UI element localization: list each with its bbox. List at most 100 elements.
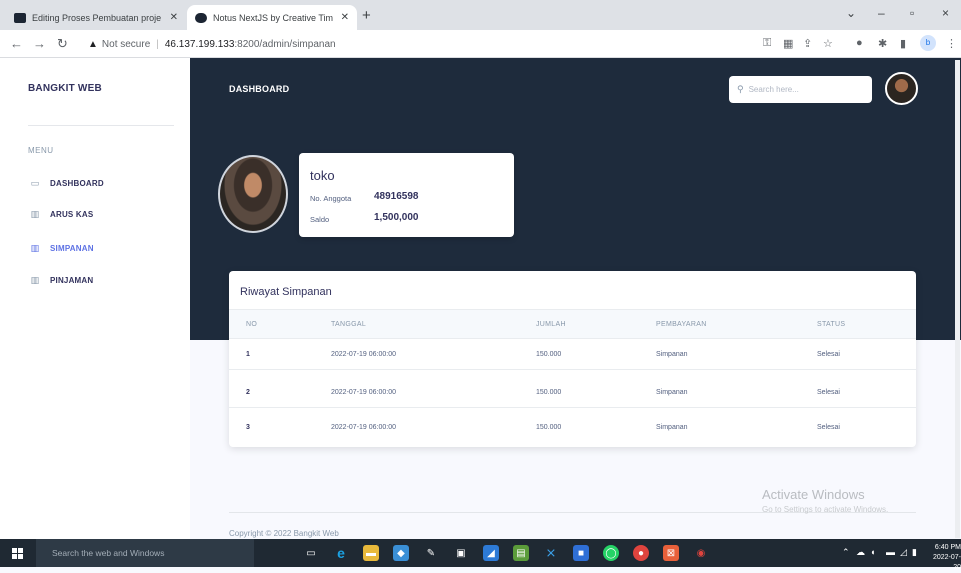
profile-avatar	[218, 155, 288, 233]
windows-start-icon[interactable]	[12, 548, 23, 559]
extension-icon[interactable]: ●	[856, 37, 863, 49]
menu-heading: MENU	[28, 146, 54, 155]
new-tab-button[interactable]: +	[362, 7, 371, 24]
close-tab-icon[interactable]: ✕	[341, 12, 349, 23]
member-number-value: 48916598	[374, 191, 419, 202]
sidebar-divider	[28, 125, 174, 126]
cell-pembayaran: Simpanan	[656, 424, 688, 431]
brand-title[interactable]: BANGKIT WEB	[28, 83, 102, 94]
translate-icon[interactable]: ▦	[783, 37, 793, 50]
url-host: 46.137.199.133	[164, 38, 235, 50]
tray-chevron-icon[interactable]: ⌃	[842, 547, 850, 558]
chrome-icon[interactable]: ●	[633, 545, 649, 561]
browser-tab-bar: Editing Proses Pembuatan proje ✕ Notus N…	[0, 0, 961, 30]
sidebar-item-pinjaman[interactable]: ▥ PINJAMAN	[28, 274, 94, 285]
url-field[interactable]: ▲ Not secure | 46.137.199.133 :8200/admi…	[88, 35, 336, 53]
cell-pembayaran: Simpanan	[656, 389, 688, 396]
whatsapp-icon[interactable]: ◯	[603, 545, 619, 561]
search-placeholder: Search here...	[748, 85, 799, 94]
url-separator: |	[156, 38, 159, 50]
key-icon[interactable]: ⚿	[763, 37, 771, 50]
cloud-icon[interactable]: ☁	[856, 547, 865, 558]
profile-icon[interactable]: b	[920, 35, 936, 51]
slides-favicon-icon	[14, 12, 26, 23]
zoom-icon[interactable]: ■	[573, 545, 589, 561]
battery-icon[interactable]: ▬	[886, 547, 895, 557]
cell-tanggal: 2022-07-19 06:00:00	[331, 424, 396, 431]
cell-status: Selesai	[817, 351, 840, 358]
balance-label: Saldo	[310, 215, 330, 224]
monitor-icon: ▭	[30, 177, 40, 188]
bar-chart-icon: ▥	[30, 208, 40, 219]
file-explorer-icon[interactable]: ▬	[363, 545, 379, 561]
table-header: NO TANGGAL JUMLAH PEMBAYARAN STATUS	[229, 309, 916, 339]
activate-windows-title: Activate Windows	[762, 487, 865, 502]
balance-value: 1,500,000	[374, 212, 419, 223]
profile-name: toko	[310, 168, 335, 183]
notepad-icon[interactable]: ▤	[513, 545, 529, 561]
close-tab-icon[interactable]: ✕	[170, 12, 178, 23]
not-secure-label: Not secure	[101, 38, 151, 50]
taskbar-clock[interactable]: 6:40 PM 2022-07-20	[926, 543, 961, 573]
column-header-tanggal: TANGGAL	[331, 321, 367, 328]
paint-icon[interactable]: ✎	[423, 545, 439, 561]
vscode-icon[interactable]: ⨯	[543, 545, 559, 561]
member-number-label: No. Anggota	[310, 194, 352, 203]
app-icon[interactable]: ◆	[393, 545, 409, 561]
sidebar-item-dashboard[interactable]: ▭ DASHBOARD	[28, 178, 104, 188]
sidebar-item-label: DASHBOARD	[50, 178, 104, 188]
cell-status: Selesai	[817, 389, 840, 396]
page-title: DASHBOARD	[229, 84, 290, 94]
edge-browser-icon[interactable]: e	[333, 545, 349, 561]
task-view-icon[interactable]: ▭	[303, 545, 319, 561]
app-icon[interactable]: ◢	[483, 545, 499, 561]
volume-icon[interactable]: ◖	[870, 547, 875, 557]
tab-search-chevron-icon[interactable]: ⌄	[846, 6, 856, 20]
tab-title: Notus NextJS by Creative Tim	[213, 12, 334, 23]
forward-arrow-icon[interactable]: →	[33, 36, 46, 51]
menu-dots-icon[interactable]: ⋮	[946, 37, 957, 50]
bookmark-star-icon[interactable]: ☆	[823, 37, 833, 50]
close-window-button[interactable]: ×	[942, 6, 949, 20]
reload-icon[interactable]: ↻	[57, 36, 68, 52]
back-arrow-icon[interactable]: ←	[10, 36, 23, 51]
maximize-button[interactable]: ▫	[910, 6, 914, 20]
sidebar-item-simpanan[interactable]: ▥ SIMPANAN	[28, 243, 94, 253]
record-icon[interactable]: ◉	[693, 545, 709, 561]
network-icon[interactable]: ◿	[900, 547, 907, 558]
cell-tanggal: 2022-07-19 06:00:00	[331, 351, 396, 358]
browser-tab-editing[interactable]: Editing Proses Pembuatan proje ✕	[6, 5, 186, 30]
sidebar-item-arus-kas[interactable]: ▥ ARUS KAS	[28, 208, 94, 219]
cell-pembayaran: Simpanan	[656, 351, 688, 358]
sidebar: BANGKIT WEB MENU ▭ DASHBOARD ▥ ARUS KAS …	[0, 58, 190, 539]
cell-no: 3	[246, 424, 250, 431]
user-avatar[interactable]	[885, 72, 918, 105]
cell-jumlah: 150.000	[536, 389, 562, 396]
clock-date: 2022-07-20	[932, 554, 961, 571]
puzzle-icon[interactable]: ✱	[878, 37, 887, 50]
sidebar-item-label: PINJAMAN	[50, 275, 94, 285]
cell-jumlah: 150.000	[536, 424, 562, 431]
search-input[interactable]: ⚲ Search here...	[729, 76, 872, 103]
page-scrollbar[interactable]	[955, 60, 960, 538]
bar-chart-icon: ▥	[30, 274, 40, 285]
bar-chart-icon: ▥	[30, 242, 40, 253]
taskbar-search-placeholder: Search the web and Windows	[52, 548, 165, 558]
browser-tab-notus[interactable]: Notus NextJS by Creative Tim ✕	[187, 5, 357, 30]
store-icon[interactable]: ▣	[453, 545, 469, 561]
column-header-jumlah: JUMLAH	[536, 321, 566, 328]
windows-taskbar: Search the web and Windows ▭ e ▬ ◆ ✎ ▣ ◢…	[0, 539, 961, 571]
table-row: 1 2022-07-19 06:00:00 150.000 Simpanan S…	[229, 340, 916, 370]
sidebar-item-label: ARUS KAS	[50, 209, 94, 219]
warning-icon: ▲	[88, 38, 98, 50]
notification-icon[interactable]: ▮	[912, 547, 917, 558]
taskbar-search-input[interactable]: Search the web and Windows	[36, 539, 254, 567]
cell-no: 1	[246, 351, 250, 358]
sidebar-panel-icon[interactable]: ▮	[900, 37, 906, 50]
minimize-button[interactable]: –	[878, 6, 885, 20]
profile-card: toko No. Anggota 48916598 Saldo 1,500,00…	[299, 153, 514, 237]
cell-jumlah: 150.000	[536, 351, 562, 358]
share-icon[interactable]: ⇪	[803, 37, 812, 50]
activate-windows-subtitle: Go to Settings to activate Windows.	[762, 505, 889, 514]
xampp-icon[interactable]: ⊠	[663, 545, 679, 561]
